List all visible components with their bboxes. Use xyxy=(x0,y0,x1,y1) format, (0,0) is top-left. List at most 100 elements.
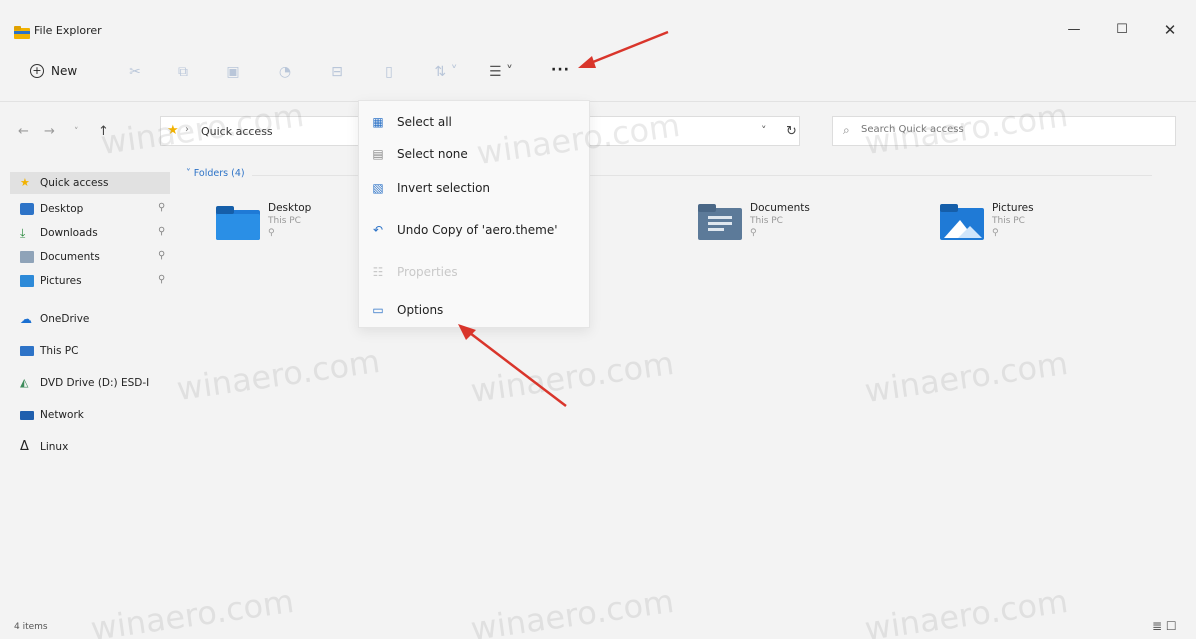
maximize-button[interactable]: ☐ xyxy=(1102,20,1142,40)
sidebar-item-label: Documents xyxy=(40,251,100,263)
folder-location: This PC xyxy=(992,216,1025,226)
sidebar-item-this-pc[interactable]: This PC xyxy=(10,340,170,362)
cloud-icon: ☁ xyxy=(20,312,32,326)
forward-icon[interactable]: → xyxy=(44,124,55,139)
file-explorer-icon xyxy=(14,26,30,39)
search-icon: ⌕ xyxy=(843,123,850,137)
content-area: ˅ Folders (4) Desktop This PC ⚲ Document… xyxy=(178,160,1196,600)
see-more-button[interactable]: ··· xyxy=(551,62,570,78)
view-icon[interactable]: ☰ ˅ xyxy=(486,64,516,80)
pictures-icon xyxy=(20,275,34,287)
sidebar-item-network[interactable]: Network xyxy=(10,404,170,426)
status-bar: 4 items ≣ ☐ xyxy=(0,612,1196,639)
desktop-folder-icon xyxy=(216,206,260,240)
sidebar-item-label: DVD Drive (D:) ESD-I xyxy=(40,377,150,389)
sidebar-item-documents[interactable]: Documents ⚲ xyxy=(10,246,170,268)
sidebar-item-desktop[interactable]: Desktop ⚲ xyxy=(10,198,170,220)
network-icon xyxy=(20,410,34,420)
address-path: Quick access xyxy=(201,125,273,138)
select-all-icon: ▦ xyxy=(372,115,384,129)
share-icon[interactable]: ⊟ xyxy=(328,64,346,80)
navigation-pane: ★ Quick access Desktop ⚲ ⤓ Downloads ⚲ D… xyxy=(0,160,176,580)
folders-group-header[interactable]: ˅ Folders (4) xyxy=(186,168,245,179)
documents-icon xyxy=(20,251,34,263)
invert-selection-icon: ▧ xyxy=(372,181,384,195)
search-box[interactable]: ⌕ xyxy=(832,116,1176,146)
menu-item-select-none[interactable]: ▤ Select none xyxy=(359,139,591,169)
window-title: File Explorer xyxy=(34,24,102,37)
group-header-label: Folders (4) xyxy=(193,168,245,179)
pin-icon: ⚲ xyxy=(750,228,757,238)
sidebar-item-label: Downloads xyxy=(40,227,98,239)
sidebar-item-dvd-drive[interactable]: ◭ DVD Drive (D:) ESD-I xyxy=(10,372,170,394)
sidebar-item-linux[interactable]: Δ Linux xyxy=(10,436,170,458)
cut-icon[interactable]: ✂ xyxy=(126,64,144,80)
menu-item-undo[interactable]: ↶ Undo Copy of 'aero.theme' xyxy=(359,215,591,245)
sidebar-item-label: Pictures xyxy=(40,275,82,287)
monitor-icon xyxy=(20,346,34,356)
menu-item-label: Options xyxy=(397,303,444,317)
pin-icon: ⚲ xyxy=(992,228,999,238)
paste-icon[interactable]: ▣ xyxy=(224,64,242,80)
menu-item-label: Undo Copy of 'aero.theme' xyxy=(397,223,558,237)
close-button[interactable]: ✕ xyxy=(1150,20,1190,40)
linux-icon: Δ xyxy=(20,439,29,454)
menu-item-options[interactable]: ▭ Options xyxy=(359,295,591,325)
folder-tile-documents[interactable]: Documents This PC ⚲ xyxy=(698,202,898,254)
select-none-icon: ▤ xyxy=(372,147,384,161)
sidebar-item-label: Quick access xyxy=(40,177,109,189)
view-toggle[interactable]: ≣ ☐ xyxy=(1152,619,1177,633)
command-bar: + New ✂ ⧉ ▣ ◔ ⊟ ▯ ⇅ ˅ ☰ ˅ ··· xyxy=(0,44,1196,102)
recent-chevron-icon[interactable]: ˅ xyxy=(74,127,79,137)
sidebar-item-onedrive[interactable]: ☁ OneDrive xyxy=(10,308,170,330)
up-icon[interactable]: ↑ xyxy=(98,124,109,139)
menu-item-label: Properties xyxy=(397,265,458,279)
desktop-icon xyxy=(20,203,34,215)
item-count: 4 items xyxy=(14,622,48,632)
refresh-icon[interactable]: ↻ xyxy=(786,124,797,139)
sidebar-item-label: OneDrive xyxy=(40,313,90,325)
sidebar-item-label: This PC xyxy=(40,345,79,357)
path-separator-icon: › xyxy=(185,124,189,135)
sidebar-item-downloads[interactable]: ⤓ Downloads ⚲ xyxy=(10,222,170,244)
minimize-button[interactable]: — xyxy=(1054,20,1094,40)
title-bar: File Explorer — ☐ ✕ xyxy=(0,0,1196,44)
star-icon: ★ xyxy=(167,123,179,138)
options-icon: ▭ xyxy=(372,303,384,317)
folder-location: This PC xyxy=(268,216,301,226)
sidebar-item-label: Network xyxy=(40,409,84,421)
pin-icon: ⚲ xyxy=(268,228,275,238)
copy-icon[interactable]: ⧉ xyxy=(174,64,192,80)
menu-item-invert-selection[interactable]: ▧ Invert selection xyxy=(359,173,591,203)
address-dropdown-icon[interactable]: ˅ xyxy=(761,124,767,137)
dvd-icon: ◭ xyxy=(20,376,29,389)
menu-item-label: Select all xyxy=(397,115,452,129)
menu-item-select-all[interactable]: ▦ Select all xyxy=(359,107,591,137)
undo-icon: ↶ xyxy=(372,223,384,237)
pin-icon: ⚲ xyxy=(158,226,166,237)
menu-item-properties: ☷ Properties xyxy=(359,257,591,287)
delete-icon[interactable]: ▯ xyxy=(380,64,398,80)
plus-circle-icon: + xyxy=(30,64,44,78)
sidebar-item-label: Desktop xyxy=(40,203,84,215)
sidebar-item-label: Linux xyxy=(40,441,69,453)
folder-name: Desktop xyxy=(268,202,312,214)
folder-tile-pictures[interactable]: Pictures This PC ⚲ xyxy=(940,202,1140,254)
search-input[interactable] xyxy=(861,124,1161,135)
new-button-label: New xyxy=(51,64,78,78)
rename-icon[interactable]: ◔ xyxy=(276,64,294,80)
new-button[interactable]: + New xyxy=(30,64,77,78)
back-icon[interactable]: ← xyxy=(18,124,29,139)
pin-icon: ⚲ xyxy=(158,250,166,261)
properties-icon: ☷ xyxy=(372,265,384,279)
sidebar-item-pictures[interactable]: Pictures ⚲ xyxy=(10,270,170,292)
pictures-folder-icon xyxy=(940,204,984,240)
menu-item-label: Select none xyxy=(397,147,468,161)
sort-icon[interactable]: ⇅ ˅ xyxy=(432,64,460,80)
see-more-menu: ▦ Select all ▤ Select none ▧ Invert sele… xyxy=(358,100,590,328)
sidebar-item-quick-access[interactable]: ★ Quick access xyxy=(10,172,170,194)
download-icon: ⤓ xyxy=(20,226,26,240)
folder-location: This PC xyxy=(750,216,783,226)
tiles-view-icon[interactable]: ☐ xyxy=(1166,619,1177,633)
details-view-icon[interactable]: ≣ xyxy=(1152,619,1162,633)
